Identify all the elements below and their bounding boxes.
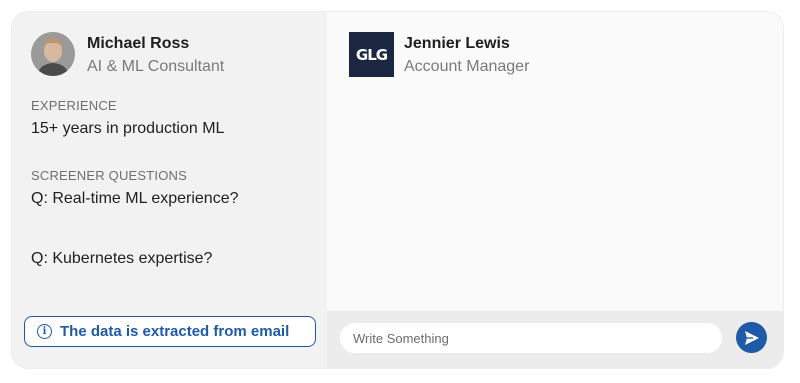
screener-question: Q: Kubernetes expertise? (31, 250, 213, 267)
contact-title: Account Manager (404, 58, 530, 75)
conversation-panel: GLG Jennier Lewis Account Manager (327, 12, 783, 368)
experience-label: EXPERIENCE (31, 98, 117, 113)
profile-panel: Michael Ross AI & ML Consultant EXPERIEN… (12, 12, 327, 368)
company-logo: GLG (349, 32, 394, 77)
send-icon (744, 330, 759, 345)
company-logo-text: GLG (355, 45, 388, 64)
message-composer (327, 311, 783, 368)
chat-card: Michael Ross AI & ML Consultant EXPERIEN… (12, 12, 783, 368)
info-circle-icon: i (37, 324, 52, 339)
data-source-note-text: The data is extracted from email (60, 323, 290, 340)
avatar (31, 32, 75, 76)
consultant-title: AI & ML Consultant (87, 58, 225, 75)
send-button[interactable] (736, 322, 767, 353)
screener-question: Q: Real-time ML experience? (31, 190, 239, 207)
contact-name: Jennier Lewis (404, 35, 510, 52)
screener-questions-label: SCREENER QUESTIONS (31, 168, 188, 183)
experience-value: 15+ years in production ML (31, 120, 225, 137)
data-source-note[interactable]: i The data is extracted from email (24, 316, 316, 347)
consultant-name: Michael Ross (87, 35, 190, 52)
message-input[interactable] (340, 323, 722, 353)
